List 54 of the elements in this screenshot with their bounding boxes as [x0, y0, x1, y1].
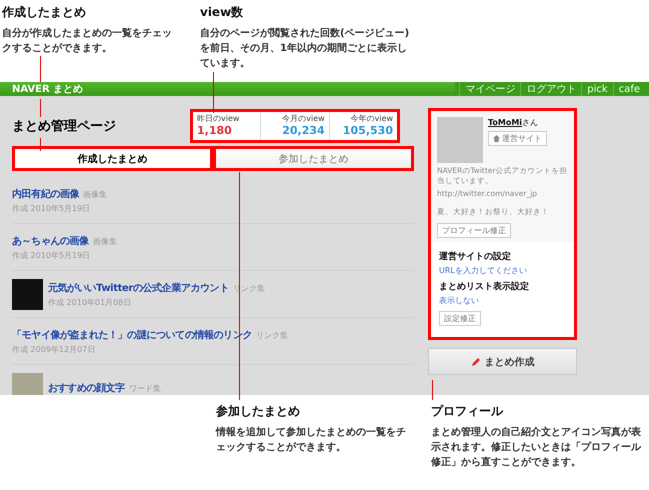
- stat-label: 昨日のview: [197, 113, 240, 124]
- tab[interactable]: 参加したまとめ: [213, 146, 414, 171]
- leader-line: [40, 56, 41, 82]
- matome-link[interactable]: 内田有紀の画像: [12, 186, 80, 200]
- settings-link[interactable]: 表示しない: [439, 294, 566, 306]
- nav-link[interactable]: cafe: [612, 82, 645, 96]
- edit-settings-button[interactable]: 設定修正: [439, 310, 481, 326]
- create-matome-button[interactable]: まとめ作成: [428, 348, 577, 375]
- callout-text: まとめ管理人の自己紹介文とアイコン写真が表示されます。修正したいときは「プロフィール修正」から直すことができます。: [431, 426, 641, 470]
- stat-label: 今月のview: [282, 113, 325, 124]
- stat-label: 今年のview: [350, 113, 393, 124]
- callout-title: 参加したまとめ: [216, 403, 301, 420]
- stat-value: 1,180: [197, 124, 232, 137]
- settings-heading: 運営サイトの設定: [439, 250, 512, 262]
- settings-heading: まとめリスト表示設定: [439, 280, 530, 292]
- leader-line: [40, 99, 41, 117]
- created-date: 作成 2010年5月19日: [12, 202, 92, 214]
- callout-title: 作成したまとめ: [2, 4, 87, 21]
- page-title: まとめ管理ページ: [12, 118, 117, 135]
- callout-title: view数: [200, 4, 244, 21]
- leader-line: [213, 72, 214, 113]
- tab[interactable]: 作成したまとめ: [12, 146, 213, 171]
- matome-link[interactable]: あ～ちゃんの画像: [12, 234, 89, 248]
- created-date: 作成 2009年12月07日: [12, 344, 96, 354]
- stat-value: 105,530: [342, 124, 393, 137]
- pencil-icon: [470, 356, 480, 366]
- nav-link[interactable]: マイページ: [459, 82, 520, 96]
- category-label: ワード集: [128, 383, 161, 394]
- callout-text: 情報を追加して参加したまとめの一覧をチェックすることができます。: [216, 426, 406, 455]
- site-button[interactable]: 運営サイト: [488, 131, 547, 146]
- thumbnail-placeholder: [12, 372, 43, 395]
- leader-line: [432, 380, 433, 400]
- matome-link[interactable]: 元気がいいTwitterの公式企業アカウント: [48, 280, 229, 294]
- callout-text: 自分が作成したまとめの一覧をチェックすることができます。: [2, 26, 173, 56]
- nav-link[interactable]: pick: [581, 82, 613, 96]
- created-date: 作成 2010年5月19日: [12, 250, 92, 260]
- house-icon: [493, 135, 500, 142]
- site-logo[interactable]: NAVER まとめ: [12, 82, 84, 96]
- settings-link[interactable]: URLを入力してください: [439, 264, 566, 276]
- category-label: リンク集: [232, 282, 265, 294]
- matome-link[interactable]: おすすめの顔文字: [48, 381, 125, 395]
- user-name: ToMoMiさん: [488, 117, 540, 128]
- leader-line: [40, 138, 41, 151]
- photo-placeholder: [437, 117, 483, 163]
- category-label: 画像集: [83, 188, 108, 200]
- stat-value: 20,234: [282, 124, 325, 137]
- callout-title: プロフィール: [431, 403, 504, 420]
- category-label: リンク集: [256, 330, 288, 340]
- nav-link[interactable]: ログアウト: [520, 82, 582, 96]
- thumbnail-placeholder: [12, 278, 43, 310]
- created-date: 作成 2010年01月08日: [48, 296, 132, 308]
- category-label: 画像集: [92, 236, 117, 246]
- callout-text: 自分のページが閲覧された回数(ページビュー)を前日、その月、1年以内の期間ごとに表示しています。: [200, 26, 410, 71]
- edit-profile-button[interactable]: プロフィール修正: [437, 222, 511, 238]
